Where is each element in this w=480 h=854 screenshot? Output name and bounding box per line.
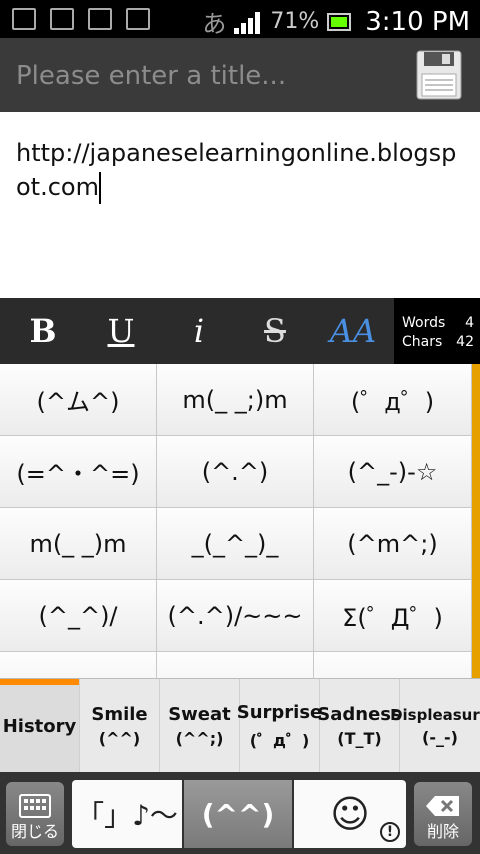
tab-smile[interactable]: Smile (^^) bbox=[80, 679, 160, 773]
emoticon-cell[interactable]: (^.^)/~~~ bbox=[157, 580, 314, 652]
text-cursor bbox=[98, 172, 101, 204]
tab-emoticon: (T_T) bbox=[337, 729, 382, 748]
emoticon-cell[interactable]: (^.^) bbox=[157, 436, 314, 508]
keyboard-icon bbox=[12, 8, 36, 30]
tab-label: History bbox=[2, 715, 77, 737]
emoticon-cell-partial[interactable] bbox=[0, 652, 157, 678]
format-toolbar: B U i S AA Words 4 Chars 42 bbox=[0, 298, 480, 364]
tab-emoticon: (^^) bbox=[98, 729, 141, 748]
emoticon-cell[interactable]: _(_^_)_ bbox=[157, 508, 314, 580]
note-editor[interactable]: http://japaneselearningonline.blogspot.c… bbox=[0, 112, 480, 298]
editor-text: http://japaneselearningonline.blogspot.c… bbox=[16, 139, 457, 201]
floppy-disk-icon bbox=[416, 50, 462, 100]
emoticon-cell[interactable]: (^_^)/ bbox=[0, 580, 157, 652]
info-icon: ! bbox=[380, 822, 400, 842]
emoticon-cell[interactable]: (^_-)-☆ bbox=[314, 436, 472, 508]
emoticon-cell-partial[interactable] bbox=[314, 652, 472, 678]
strikethrough-button[interactable]: S bbox=[240, 298, 310, 364]
emoticon-cell[interactable]: (゜д゜) bbox=[314, 364, 472, 436]
smiley-icon: ☺ bbox=[330, 792, 370, 836]
emoticon-cell[interactable]: (^m^;) bbox=[314, 508, 472, 580]
delete-label: 削除 bbox=[426, 822, 459, 841]
checkbox-icon bbox=[88, 8, 112, 30]
active-tab-indicator bbox=[0, 679, 79, 685]
save-button[interactable] bbox=[416, 50, 462, 100]
bottom-bar: 閉じる 「」♪〜 (^^) ☺ ! 削除 bbox=[0, 772, 480, 854]
emoticon-cell[interactable]: (^ム^) bbox=[0, 364, 157, 436]
tab-emoticons[interactable]: (^^) bbox=[184, 780, 292, 848]
title-bar bbox=[0, 38, 480, 112]
words-value: 4 bbox=[465, 315, 474, 331]
tab-symbols[interactable]: 「」♪〜 bbox=[72, 780, 182, 848]
tab-history[interactable]: History bbox=[0, 679, 80, 773]
tab-label: Smile bbox=[91, 704, 148, 725]
underline-button[interactable]: U bbox=[86, 298, 156, 364]
close-label: 閉じる bbox=[10, 822, 59, 841]
italic-button[interactable]: i bbox=[164, 298, 234, 364]
tab-emoticon: (-_-) bbox=[422, 727, 458, 747]
tab-sweat[interactable]: Sweat (^^;) bbox=[160, 679, 240, 773]
word-char-counter: Words 4 Chars 42 bbox=[394, 298, 480, 364]
tab-emoticon: (゜д゜) bbox=[249, 730, 310, 750]
category-tabs: History Smile (^^) Sweat (^^;) Surprise … bbox=[0, 678, 480, 773]
keyboard-icon bbox=[19, 794, 51, 818]
title-input[interactable] bbox=[16, 58, 396, 94]
tab-label: Sadness bbox=[317, 704, 402, 725]
tab-emoji[interactable]: ☺ ! bbox=[294, 780, 406, 848]
clock: 3:10 PM bbox=[365, 6, 470, 37]
tab-emoticon: (^^;) bbox=[175, 729, 224, 748]
delete-button[interactable]: 削除 bbox=[414, 782, 472, 846]
signal-strength-icon bbox=[234, 10, 262, 34]
tab-displeasure[interactable]: Displeasure (-_-) bbox=[390, 679, 480, 773]
words-label: Words bbox=[402, 315, 446, 331]
emoticon-cell[interactable]: (=^・^=) bbox=[0, 436, 157, 508]
tab-sadness[interactable]: Sadness (T_T) bbox=[317, 679, 402, 773]
status-bar: あ 71% 3:10 PM bbox=[0, 0, 480, 38]
battery-percent: 71% bbox=[270, 9, 320, 34]
battery-icon bbox=[327, 12, 352, 31]
bold-button[interactable]: B bbox=[8, 298, 78, 364]
input-method-indicator: あ bbox=[202, 10, 227, 38]
image-icon bbox=[50, 8, 74, 30]
emoticon-cell[interactable]: m(_ _;)m bbox=[157, 364, 314, 436]
chars-label: Chars bbox=[402, 334, 443, 350]
tab-label: Surprise bbox=[236, 701, 323, 723]
grid-scrollbar[interactable] bbox=[472, 364, 480, 678]
emoticon-cell[interactable]: Σ(゜Д゜) bbox=[314, 580, 472, 652]
tab-label: Displeasure bbox=[390, 705, 480, 724]
tab-label: Sweat bbox=[168, 704, 231, 725]
emoticon-cell[interactable]: m(_ _)m bbox=[0, 508, 157, 580]
chars-value: 42 bbox=[456, 334, 474, 350]
signal-off-icon bbox=[126, 8, 150, 30]
font-style-button[interactable]: AA bbox=[318, 298, 388, 364]
emoticon-grid: (^ム^) m(_ _;)m (゜д゜) (=^・^=) (^.^) (^_-)… bbox=[0, 364, 472, 678]
backspace-icon bbox=[426, 796, 459, 816]
close-button[interactable]: 閉じる bbox=[6, 782, 64, 846]
emoticon-cell-partial[interactable] bbox=[157, 652, 314, 678]
tab-surprise[interactable]: Surprise (゜д゜) bbox=[236, 679, 323, 773]
